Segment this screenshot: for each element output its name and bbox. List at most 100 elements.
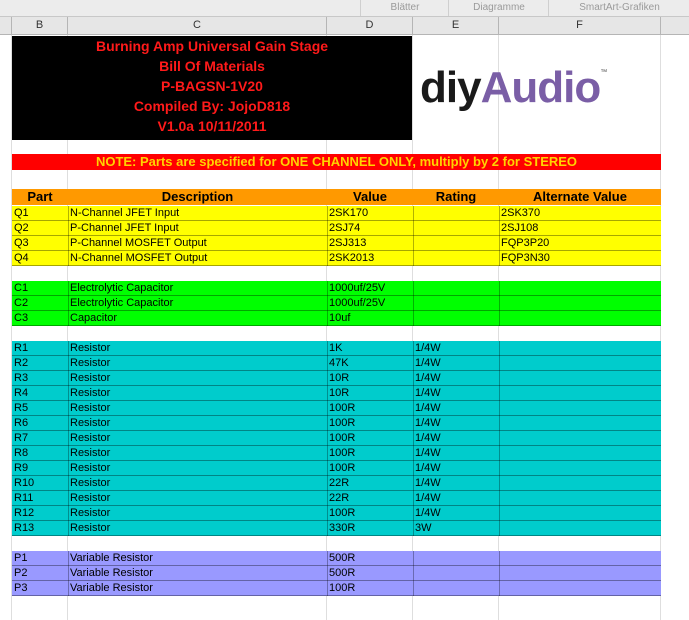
cell-part: P2 <box>14 567 28 579</box>
bom-row[interactable]: R1 Resistor 1K 1/4W <box>12 341 661 356</box>
cell-value: 10uf <box>329 312 351 324</box>
header-value: Value <box>353 189 387 204</box>
bom-row[interactable]: R2 Resistor 47K 1/4W <box>12 356 661 371</box>
ribbon-tab-charts[interactable]: Diagramme <box>448 0 549 16</box>
stereo-note[interactable]: NOTE: Parts are specified for ONE CHANNE… <box>12 154 661 170</box>
cell-desc: Electrolytic Capacitor <box>70 297 174 309</box>
header-description: Description <box>161 189 234 204</box>
cell-rating: 1/4W <box>415 447 441 459</box>
bom-row[interactable]: Q3 P-Channel MOSFET Output 2SJ313 FQP3P20 <box>12 236 661 251</box>
cell-desc: P-Channel JFET Input <box>70 222 179 234</box>
bom-row[interactable]: R10 Resistor 22R 1/4W <box>12 476 661 491</box>
cell-value: 10R <box>329 372 350 384</box>
cell-value: 1000uf/25V <box>329 282 386 294</box>
spreadsheet-grid[interactable]: Burning Amp Universal Gain Stage Bill Of… <box>0 35 689 620</box>
bom-row[interactable]: R12 Resistor 100R 1/4W <box>12 506 661 521</box>
bom-row[interactable]: C3 Capacitor 10uf <box>12 311 661 326</box>
cell-rating: 1/4W <box>415 492 441 504</box>
cell-rating: 1/4W <box>415 507 441 519</box>
bom-row[interactable]: R6 Resistor 100R 1/4W <box>12 416 661 431</box>
cell-desc: Resistor <box>70 447 111 459</box>
column-header-a[interactable] <box>0 17 12 34</box>
cell-rating: 1/4W <box>415 372 441 384</box>
cell-rating: 1/4W <box>415 342 441 354</box>
cell-part: C1 <box>14 282 29 294</box>
cell-alt: 2SK370 <box>501 207 541 219</box>
bom-row[interactable]: Q1 N-Channel JFET Input 2SK170 2SK370 <box>12 206 661 221</box>
cell-part: P3 <box>14 582 28 594</box>
cell-value: 100R <box>329 402 356 414</box>
bom-row[interactable]: R5 Resistor 100R 1/4W <box>12 401 661 416</box>
bom-row[interactable]: Q2 P-Channel JFET Input 2SJ74 2SJ108 <box>12 221 661 236</box>
cell-part: R11 <box>14 492 34 504</box>
cell-value: 22R <box>329 477 350 489</box>
header-part: Part <box>27 189 53 204</box>
bom-header-row[interactable]: Part Description Value Rating Alternate … <box>12 189 661 205</box>
cell-desc: Resistor <box>70 372 111 384</box>
cell-part: R3 <box>14 372 29 384</box>
cell-desc: Variable Resistor <box>70 567 153 579</box>
cell-value: 22R <box>329 492 350 504</box>
cell-value: 100R <box>329 432 356 444</box>
bom-row[interactable]: R11 Resistor 22R 1/4W <box>12 491 661 506</box>
bom-row[interactable]: P2 Variable Resistor 500R <box>12 566 661 581</box>
bom-row[interactable]: R4 Resistor 10R 1/4W <box>12 386 661 401</box>
cell-value: 1K <box>329 342 343 354</box>
column-header-c[interactable]: C <box>68 17 327 34</box>
cell-part: Q2 <box>14 222 29 234</box>
bom-row[interactable]: P1 Variable Resistor 500R <box>12 551 661 566</box>
cell-desc: Resistor <box>70 462 111 474</box>
cell-value: 500R <box>329 552 356 564</box>
title-line: Bill Of Materials <box>159 58 265 74</box>
cell-part: R1 <box>14 342 29 354</box>
title-block[interactable]: Burning Amp Universal Gain Stage Bill Of… <box>12 36 412 140</box>
cell-rating: 1/4W <box>415 432 441 444</box>
bom-row[interactable]: P3 Variable Resistor 100R <box>12 581 661 596</box>
cell-desc: Capacitor <box>70 312 118 324</box>
bom-row[interactable]: C1 Electrolytic Capacitor 1000uf/25V <box>12 281 661 296</box>
cell-rating: 1/4W <box>415 477 441 489</box>
cell-desc: N-Channel JFET Input <box>70 207 180 219</box>
cell-part: R2 <box>14 357 29 369</box>
cell-desc: P-Channel MOSFET Output <box>70 237 207 249</box>
column-header-b[interactable]: B <box>12 17 68 34</box>
ribbon-tab-sheets[interactable]: Blätter <box>360 0 449 16</box>
cell-value: 100R <box>329 582 356 594</box>
cell-part: R12 <box>14 507 35 519</box>
cell-desc: Resistor <box>70 477 111 489</box>
bom-row[interactable]: R3 Resistor 10R 1/4W <box>12 371 661 386</box>
bom-row[interactable]: R8 Resistor 100R 1/4W <box>12 446 661 461</box>
cell-value: 10R <box>329 387 350 399</box>
cell-value: 2SK170 <box>329 207 369 219</box>
cell-alt: FQP3P20 <box>501 237 550 249</box>
column-header-f[interactable]: F <box>499 17 661 34</box>
cell-desc: Resistor <box>70 507 111 519</box>
column-header-d[interactable]: D <box>327 17 413 34</box>
cell-part: R6 <box>14 417 29 429</box>
column-header-e[interactable]: E <box>413 17 499 34</box>
ribbon-tab-smartart[interactable]: SmartArt-Grafiken <box>548 0 689 16</box>
cell-value: 2SJ74 <box>329 222 361 234</box>
cell-desc: Resistor <box>70 492 111 504</box>
cell-value: 500R <box>329 567 356 579</box>
cell-desc: Resistor <box>70 387 111 399</box>
cell-value: 100R <box>329 417 356 429</box>
cell-part: C3 <box>14 312 29 324</box>
cell-value: 1000uf/25V <box>329 297 386 309</box>
cell-value: 100R <box>329 447 356 459</box>
cell-part: R5 <box>14 402 29 414</box>
title-line: P-BAGSN-1V20 <box>161 78 263 94</box>
bom-row[interactable]: R7 Resistor 100R 1/4W <box>12 431 661 446</box>
cell-desc: Resistor <box>70 417 111 429</box>
bom-row[interactable]: R9 Resistor 100R 1/4W <box>12 461 661 476</box>
cell-desc: Variable Resistor <box>70 582 153 594</box>
cell-desc: N-Channel MOSFET Output <box>70 252 208 264</box>
title-line: V1.0a 10/11/2011 <box>157 118 267 134</box>
cell-alt: 2SJ108 <box>501 222 539 234</box>
column-header-bar: B C D E F <box>0 17 689 35</box>
bom-row[interactable]: C2 Electrolytic Capacitor 1000uf/25V <box>12 296 661 311</box>
bom-row[interactable]: Q4 N-Channel MOSFET Output 2SK2013 FQP3N30 <box>12 251 661 266</box>
cell-desc: Electrolytic Capacitor <box>70 282 174 294</box>
bom-row[interactable]: R13 Resistor 330R 3W <box>12 521 661 536</box>
cell-desc: Resistor <box>70 342 111 354</box>
